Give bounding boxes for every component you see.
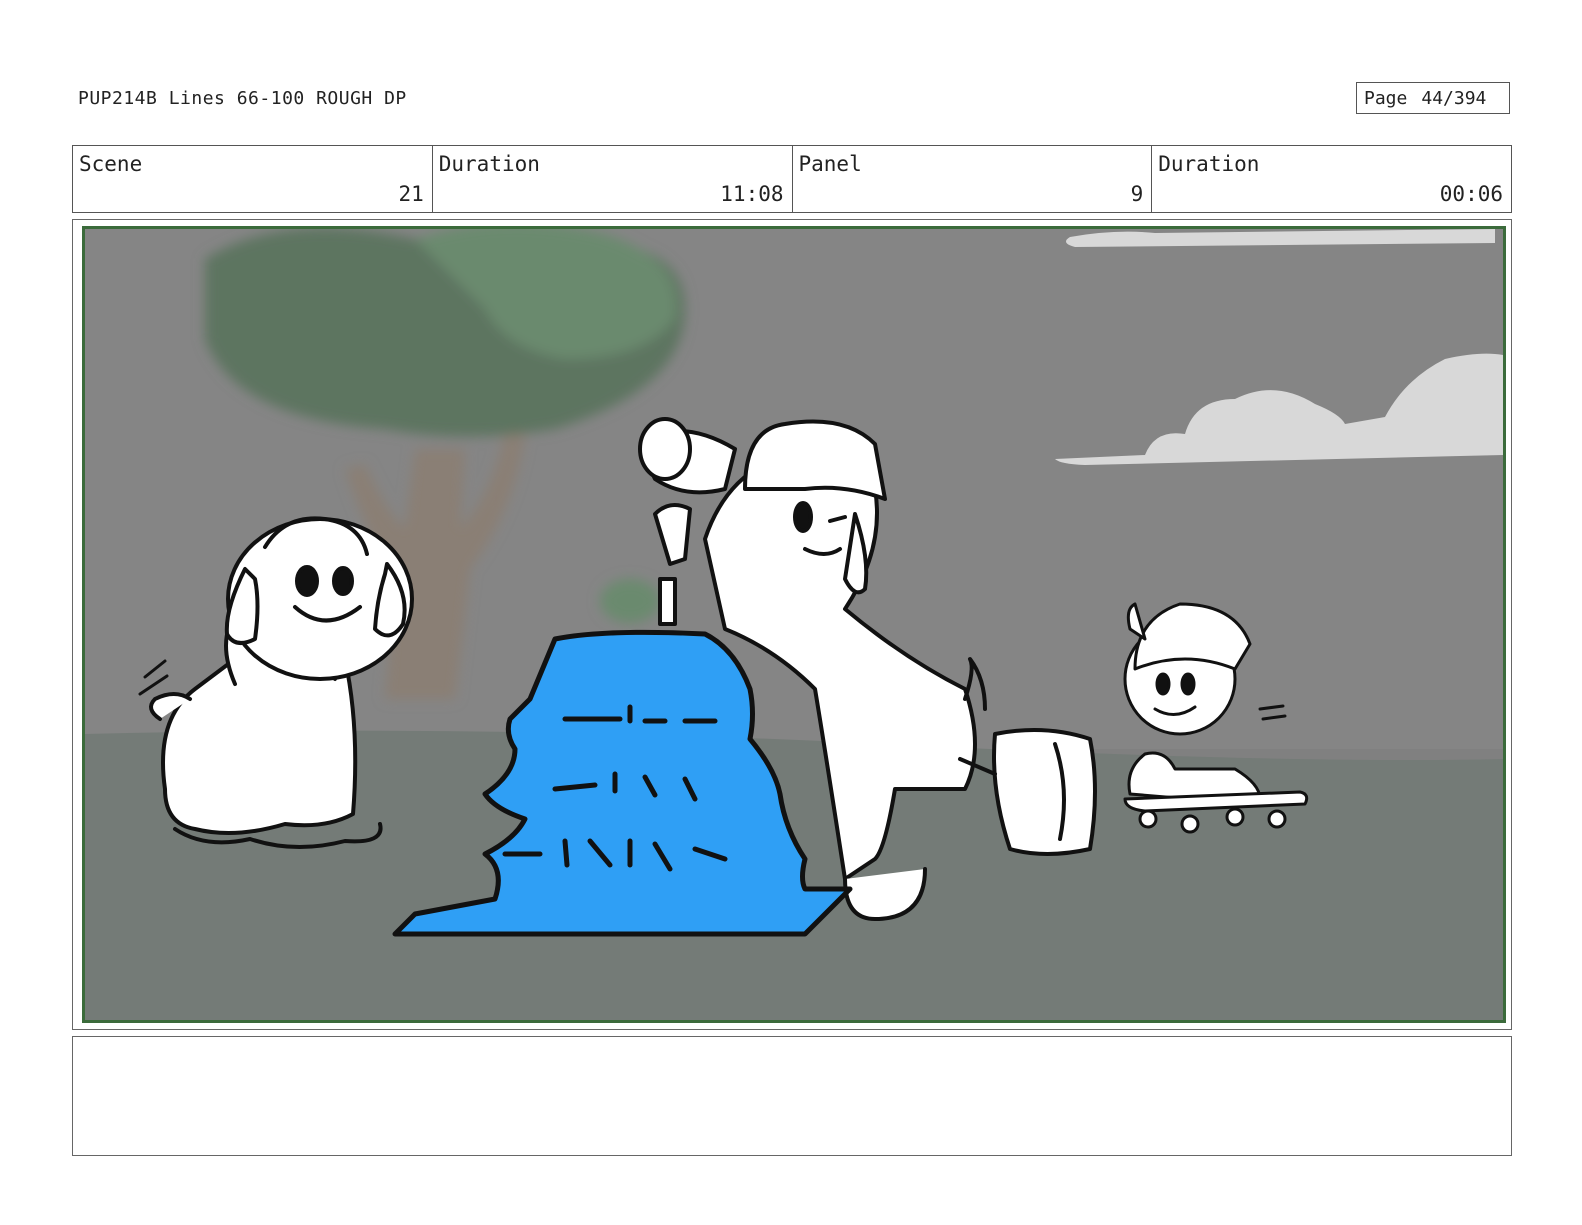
panel-notes-box xyxy=(72,1036,1512,1156)
page-indicator: Page 44/394 xyxy=(1356,82,1510,114)
storyboard-panel-image xyxy=(82,226,1506,1023)
document-title: PUP214B Lines 66-100 ROUGH DP xyxy=(78,88,407,109)
scene-duration-cell: Duration 11:08 xyxy=(433,146,793,212)
panel-duration-value: 00:06 xyxy=(1439,182,1503,206)
panel-label: Panel xyxy=(798,152,862,176)
scene-number: 21 xyxy=(398,182,424,206)
scene-cell: Scene 21 xyxy=(73,146,433,212)
scene-info-table: Scene 21 Duration 11:08 Panel 9 Duration… xyxy=(72,145,1512,213)
panel-duration-label: Duration xyxy=(1158,152,1260,176)
panel-duration-cell: Duration 00:06 xyxy=(1152,146,1511,212)
page-label: Page xyxy=(1364,87,1408,109)
panel-cell: Panel 9 xyxy=(793,146,1153,212)
panel-number: 9 xyxy=(1130,182,1144,206)
scene-duration-label: Duration xyxy=(438,152,540,176)
page-number: 44/394 xyxy=(1421,87,1487,109)
scene-duration-value: 11:08 xyxy=(720,182,784,206)
scene-label: Scene xyxy=(79,152,143,176)
